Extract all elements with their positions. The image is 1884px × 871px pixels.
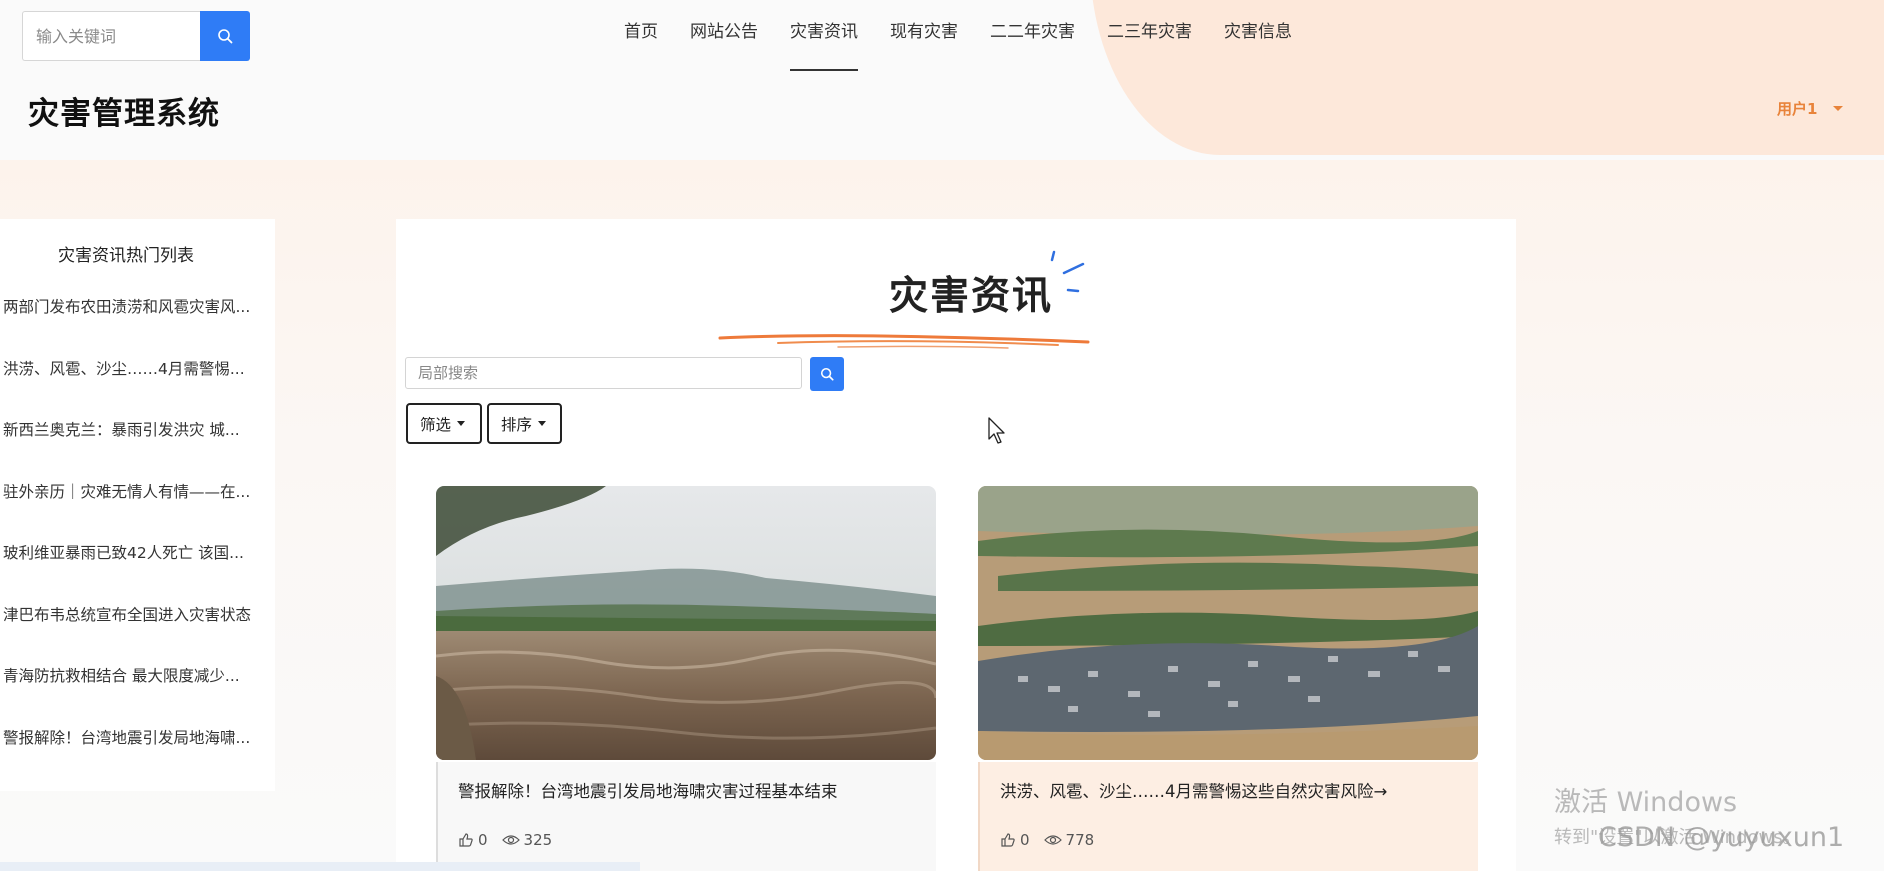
top-search-bar	[22, 11, 250, 61]
view-count: 778	[1043, 831, 1095, 849]
nav-2023-disasters[interactable]: 二三年灾害	[1107, 0, 1192, 71]
mouse-cursor-icon	[988, 417, 1005, 444]
card-title[interactable]: 警报解除！台湾地震引发局地海啸灾害过程基本结束	[458, 778, 838, 802]
view-count-value: 778	[1065, 831, 1095, 849]
title-sparkle-icon	[1050, 250, 1085, 293]
search-icon	[820, 367, 834, 381]
nav-2022-disasters[interactable]: 二二年灾害	[990, 0, 1075, 71]
card-image-flood-river[interactable]	[436, 486, 936, 760]
caret-down-icon	[1833, 106, 1844, 111]
nav-disaster-info[interactable]: 灾害信息	[1224, 0, 1292, 71]
csdn-watermark: CSDN @yuyuxun1	[1598, 822, 1845, 853]
news-card[interactable]: 洪涝、风雹、沙尘……4月需警惕这些自然灾害风险→ 0 778	[978, 762, 1478, 871]
eye-icon	[501, 835, 520, 845]
view-count-value: 325	[523, 831, 553, 849]
nav-disaster-news[interactable]: 灾害资讯	[790, 0, 858, 71]
like-icon	[1001, 833, 1015, 847]
hot-list-item[interactable]: 警报解除！台湾地震引发局地海啸...	[3, 726, 271, 748]
search-icon	[218, 29, 233, 44]
hot-list-item[interactable]: 玻利维亚暴雨已致42人死亡 该国...	[3, 541, 271, 563]
news-card[interactable]: 警报解除！台湾地震引发局地海啸灾害过程基本结束 0 325	[436, 762, 936, 871]
user-menu[interactable]: 用户1	[1777, 98, 1844, 119]
caret-down-icon	[457, 421, 466, 426]
top-search-input[interactable]	[22, 11, 200, 61]
nav-announcements[interactable]: 网站公告	[690, 0, 758, 71]
local-search-button[interactable]	[810, 357, 844, 391]
hot-list-item[interactable]: 新西兰奥克兰：暴雨引发洪灾 城...	[3, 418, 271, 440]
sort-dropdown[interactable]: 排序	[487, 403, 562, 444]
hot-list-item[interactable]: 洪涝、风雹、沙尘……4月需警惕...	[3, 357, 271, 379]
top-search-button[interactable]	[200, 11, 250, 61]
local-search-input[interactable]	[405, 357, 802, 389]
bottom-scroll-strip	[0, 862, 640, 871]
main-nav: 首页 网站公告 灾害资讯 现有灾害 二二年灾害 二三年灾害 灾害信息	[624, 0, 1324, 72]
card-image-flooded-village[interactable]	[978, 486, 1478, 760]
site-title: 灾害管理系统	[28, 96, 220, 132]
title-underline-decoration	[718, 334, 1090, 349]
hot-list-item[interactable]: 驻外亲历｜灾难无情人有情——在...	[3, 480, 271, 502]
hot-list-item[interactable]: 两部门发布农田渍涝和风雹灾害风...	[3, 295, 271, 317]
windows-watermark-line1: 激活 Windows	[1554, 787, 1738, 818]
card-title[interactable]: 洪涝、风雹、沙尘……4月需警惕这些自然灾害风险→	[1000, 778, 1387, 802]
caret-down-icon	[538, 421, 547, 426]
nav-home[interactable]: 首页	[624, 0, 658, 71]
hot-list-title: 灾害资讯热门列表	[58, 246, 194, 266]
sort-label: 排序	[501, 415, 533, 434]
like-count[interactable]: 0	[1000, 831, 1030, 849]
like-count-value: 0	[478, 831, 488, 849]
filter-dropdown[interactable]: 筛选	[406, 403, 482, 444]
hot-list-item[interactable]: 青海防抗救相结合 最大限度减少...	[3, 664, 271, 686]
like-count[interactable]: 0	[458, 831, 488, 849]
page-title: 灾害资讯	[889, 274, 1054, 319]
like-icon	[459, 833, 473, 847]
nav-current-disasters[interactable]: 现有灾害	[890, 0, 958, 71]
hot-list-panel: 灾害资讯热门列表 两部门发布农田渍涝和风雹灾害风... 洪涝、风雹、沙尘……4月…	[0, 219, 275, 791]
eye-icon	[1043, 835, 1062, 845]
card-stats: 0 325	[458, 831, 566, 849]
like-count-value: 0	[1020, 831, 1030, 849]
user-name: 用户1	[1777, 100, 1818, 118]
card-stats: 0 778	[1000, 831, 1108, 849]
view-count: 325	[501, 831, 553, 849]
hot-list-item[interactable]: 津巴布韦总统宣布全国进入灾害状态	[3, 603, 271, 625]
filter-label: 筛选	[420, 415, 452, 434]
